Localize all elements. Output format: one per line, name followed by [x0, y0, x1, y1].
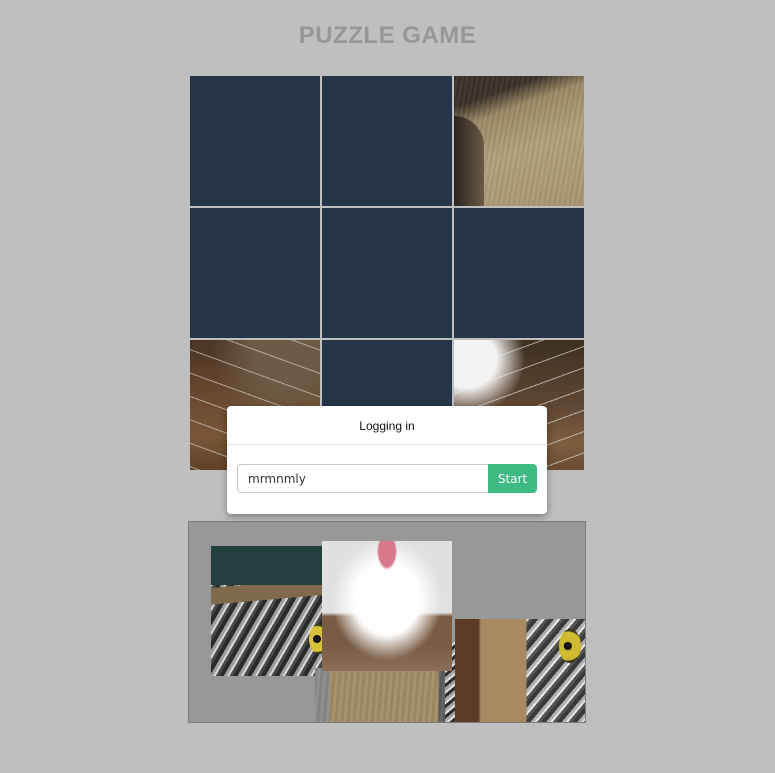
- board-slot-empty[interactable]: [322, 208, 452, 338]
- login-form: Start: [237, 464, 537, 493]
- board-slot-empty[interactable]: [322, 76, 452, 206]
- puzzle-piece-tabby[interactable]: [211, 546, 323, 676]
- cat-eye-detail: [559, 629, 581, 663]
- puzzle-piece-paper[interactable]: [315, 668, 445, 722]
- board-piece-paper-bag[interactable]: [454, 76, 584, 206]
- start-button[interactable]: Start: [488, 464, 537, 493]
- login-dialog: Logging in Start: [227, 406, 547, 514]
- puzzle-page: PUZZLE GAME Logging in Start: [0, 0, 775, 773]
- cat-eye-detail: [309, 624, 323, 654]
- pieces-tray: [188, 521, 586, 723]
- board-slot-empty[interactable]: [190, 208, 320, 338]
- puzzle-piece-cat-nose[interactable]: [322, 541, 452, 671]
- puzzle-piece-cat-eye[interactable]: [455, 619, 585, 722]
- paper-curl-detail: [454, 116, 484, 206]
- page-title: PUZZLE GAME: [298, 22, 477, 49]
- dialog-title: Logging in: [227, 406, 547, 445]
- board-slot-empty[interactable]: [454, 208, 584, 338]
- board-slot-empty[interactable]: [190, 76, 320, 206]
- username-input[interactable]: [237, 464, 488, 493]
